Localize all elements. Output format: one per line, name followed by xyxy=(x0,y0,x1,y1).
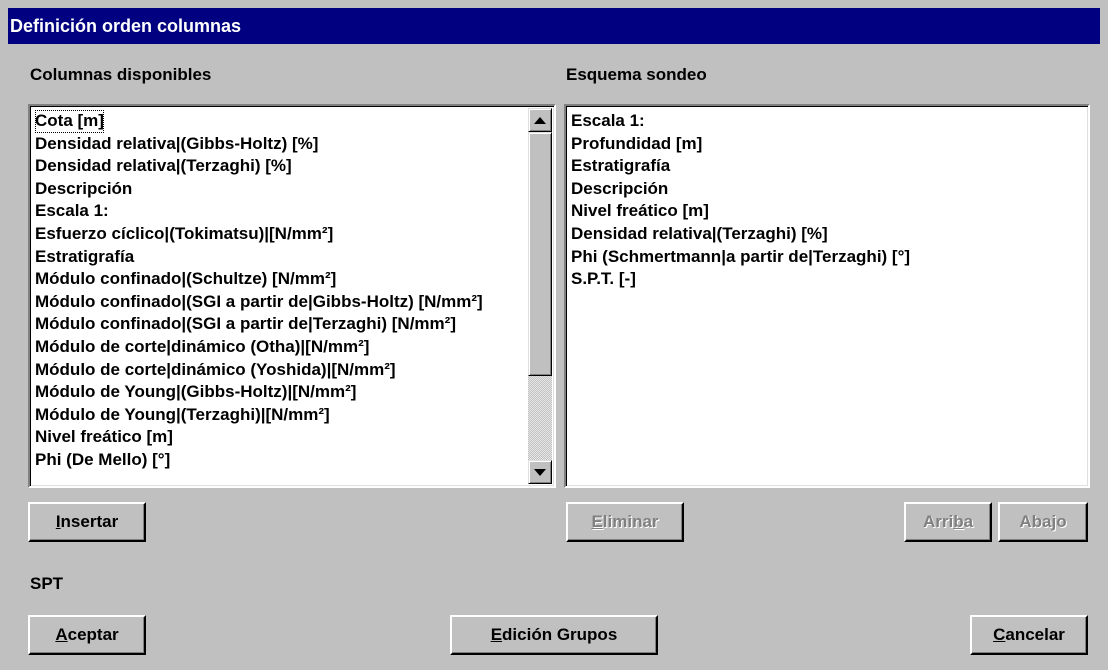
spt-label: SPT xyxy=(30,574,64,593)
arrow-up-icon xyxy=(534,116,546,124)
list-item[interactable]: Estratigrafía xyxy=(571,155,1088,178)
list-item-label: Estratigrafía xyxy=(571,156,671,176)
list-item[interactable]: Densidad relativa|(Terzaghi) [%] xyxy=(571,223,1088,246)
list-item[interactable]: Phi (De Mello) [°] xyxy=(35,449,554,472)
cancel-button[interactable]: Cancelar xyxy=(970,615,1088,655)
arrow-down-icon xyxy=(534,468,546,476)
schema-items: Escala 1: Profundidad [m] Estratigrafía Des… xyxy=(571,110,1088,291)
cancel-label: ancelar xyxy=(1005,625,1065,644)
list-item-label: Escala 1: xyxy=(571,111,645,130)
list-item[interactable]: Módulo de Young|(Gibbs-Holtz)|[N/mm²] xyxy=(35,381,554,404)
schema-label: Esquema sondeo xyxy=(566,65,707,84)
list-item[interactable]: Escala 1: xyxy=(35,200,554,223)
list-item[interactable]: Densidad relativa|(Gibbs-Holtz) [%] xyxy=(35,133,554,156)
move-up-button[interactable]: Arri b a xyxy=(904,502,992,542)
list-item[interactable]: Cota [m] xyxy=(35,110,554,133)
list-item[interactable]: Módulo confinado|(SGI a partir de|Gibbs-… xyxy=(35,291,554,314)
list-item-label: Phi (De Mello) [°] xyxy=(35,449,171,469)
list-item-label: Profundidad [m] xyxy=(571,133,703,153)
list-item[interactable]: Módulo de corte|dinámico (Yoshida)|[N/mm… xyxy=(35,359,554,382)
list-item-label: Nivel freático [m] xyxy=(571,201,709,221)
available-columns-scrollbar[interactable] xyxy=(528,108,552,484)
list-item[interactable]: Densidad relativa|(Terzaghi) [%] xyxy=(35,155,554,178)
down-label-before: Aba xyxy=(1019,512,1052,531)
list-item-label: Descripción xyxy=(571,178,669,198)
list-item-label: Descripción xyxy=(35,178,133,198)
list-item[interactable]: Estratigrafía xyxy=(35,246,554,269)
list-item[interactable]: Profundidad [m] xyxy=(571,133,1088,156)
list-item[interactable]: Módulo confinado|(Schultze) [N/mm²] xyxy=(35,268,554,291)
list-item-label: Módulo de Young|(Gibbs-Holtz)|[N/mm²] xyxy=(35,382,357,402)
list-item-label: Densidad relativa|(Terzaghi) [%] xyxy=(35,156,292,176)
insert-button[interactable]: Insertar xyxy=(28,502,146,542)
list-item-label: Cota [m] xyxy=(35,110,104,133)
list-item-label: Phi (Schmertmann|a partir de|Terzaghi) [… xyxy=(571,246,911,266)
list-item[interactable]: Descripción xyxy=(35,178,554,201)
list-item-label: Esfuerzo cíclico|(Tokimatsu)|[N/mm²] xyxy=(35,223,334,243)
scroll-up-button[interactable] xyxy=(528,108,552,132)
group-editing-button[interactable]: Edición Grupos xyxy=(450,615,658,655)
dialog-window: Definición orden columnas Columnas dispo… xyxy=(0,0,1108,670)
groups-label: dición Grupos xyxy=(502,625,618,644)
list-item-label: Módulo de Young|(Terzaghi)|[N/mm²] xyxy=(35,404,330,424)
list-item[interactable]: Módulo de Young|(Terzaghi)|[N/mm²] xyxy=(35,404,554,427)
up-label-before: Arri xyxy=(922,512,954,531)
list-item-label: Densidad relativa|(Gibbs-Holtz) [%] xyxy=(35,133,319,153)
schema-list[interactable]: Escala 1: Profundidad [m] Estratigrafía Des… xyxy=(564,104,1090,488)
accept-label: ceptar xyxy=(67,625,119,644)
accept-mnemonic: A xyxy=(55,625,68,644)
available-columns-list[interactable]: Cota [m] Densidad relativa|(Gibbs-Holtz) … xyxy=(28,104,556,488)
scrollbar-thumb[interactable] xyxy=(528,132,552,376)
list-item-label: S.P.T. [-] xyxy=(571,269,636,289)
move-down-button[interactable]: Aba j o xyxy=(998,502,1088,542)
available-columns-items: Cota [m] Densidad relativa|(Gibbs-Holtz) … xyxy=(35,110,554,472)
list-item[interactable]: Nivel freático [m] xyxy=(35,426,554,449)
delete-mnemonic: E xyxy=(591,512,603,531)
up-label-after: a xyxy=(963,512,974,531)
cancel-mnemonic: C xyxy=(993,625,1006,644)
list-item-label: Densidad relativa|(Terzaghi) [%] xyxy=(571,223,828,243)
list-item-label: Módulo de corte|dinámico (Yoshida)|[N/mm… xyxy=(35,359,396,379)
list-item[interactable]: Módulo de corte|dinámico (Otha)|[N/mm²] xyxy=(35,336,554,359)
available-columns-label: Columnas disponibles xyxy=(30,65,212,84)
insert-label: nsertar xyxy=(60,512,119,531)
list-item-label: Módulo de corte|dinámico (Otha)|[N/mm²] xyxy=(35,336,370,356)
list-item[interactable]: Phi (Schmertmann|a partir de|Terzaghi) [… xyxy=(571,246,1088,269)
list-item[interactable]: Escala 1: xyxy=(571,110,1088,133)
title-bar: Definición orden columnas xyxy=(8,8,1100,44)
delete-button[interactable]: Eliminar xyxy=(566,502,684,542)
delete-label: liminar xyxy=(602,512,659,531)
up-mnemonic: b xyxy=(953,512,964,531)
list-item-label: Estratigrafía xyxy=(35,246,135,266)
list-item[interactable]: S.P.T. [-] xyxy=(571,268,1088,291)
list-item-label: Escala 1: xyxy=(35,201,109,221)
list-item-label: Módulo confinado|(SGI a partir de|Terzag… xyxy=(35,314,456,334)
groups-mnemonic: E xyxy=(490,625,503,644)
list-item-label: Nivel freático [m] xyxy=(35,427,173,447)
accept-button[interactable]: Aceptar xyxy=(28,615,146,655)
down-label-after: o xyxy=(1056,512,1067,531)
list-item-label: Módulo confinado|(Schultze) [N/mm²] xyxy=(35,269,337,289)
list-item-label: Módulo confinado|(SGI a partir de|Gibbs-… xyxy=(35,291,483,311)
scroll-down-button[interactable] xyxy=(528,460,552,484)
list-item[interactable]: Esfuerzo cíclico|(Tokimatsu)|[N/mm²] xyxy=(35,223,554,246)
list-item[interactable]: Módulo confinado|(SGI a partir de|Terzag… xyxy=(35,313,554,336)
list-item[interactable]: Nivel freático [m] xyxy=(571,200,1088,223)
list-item[interactable]: Descripción xyxy=(571,178,1088,201)
